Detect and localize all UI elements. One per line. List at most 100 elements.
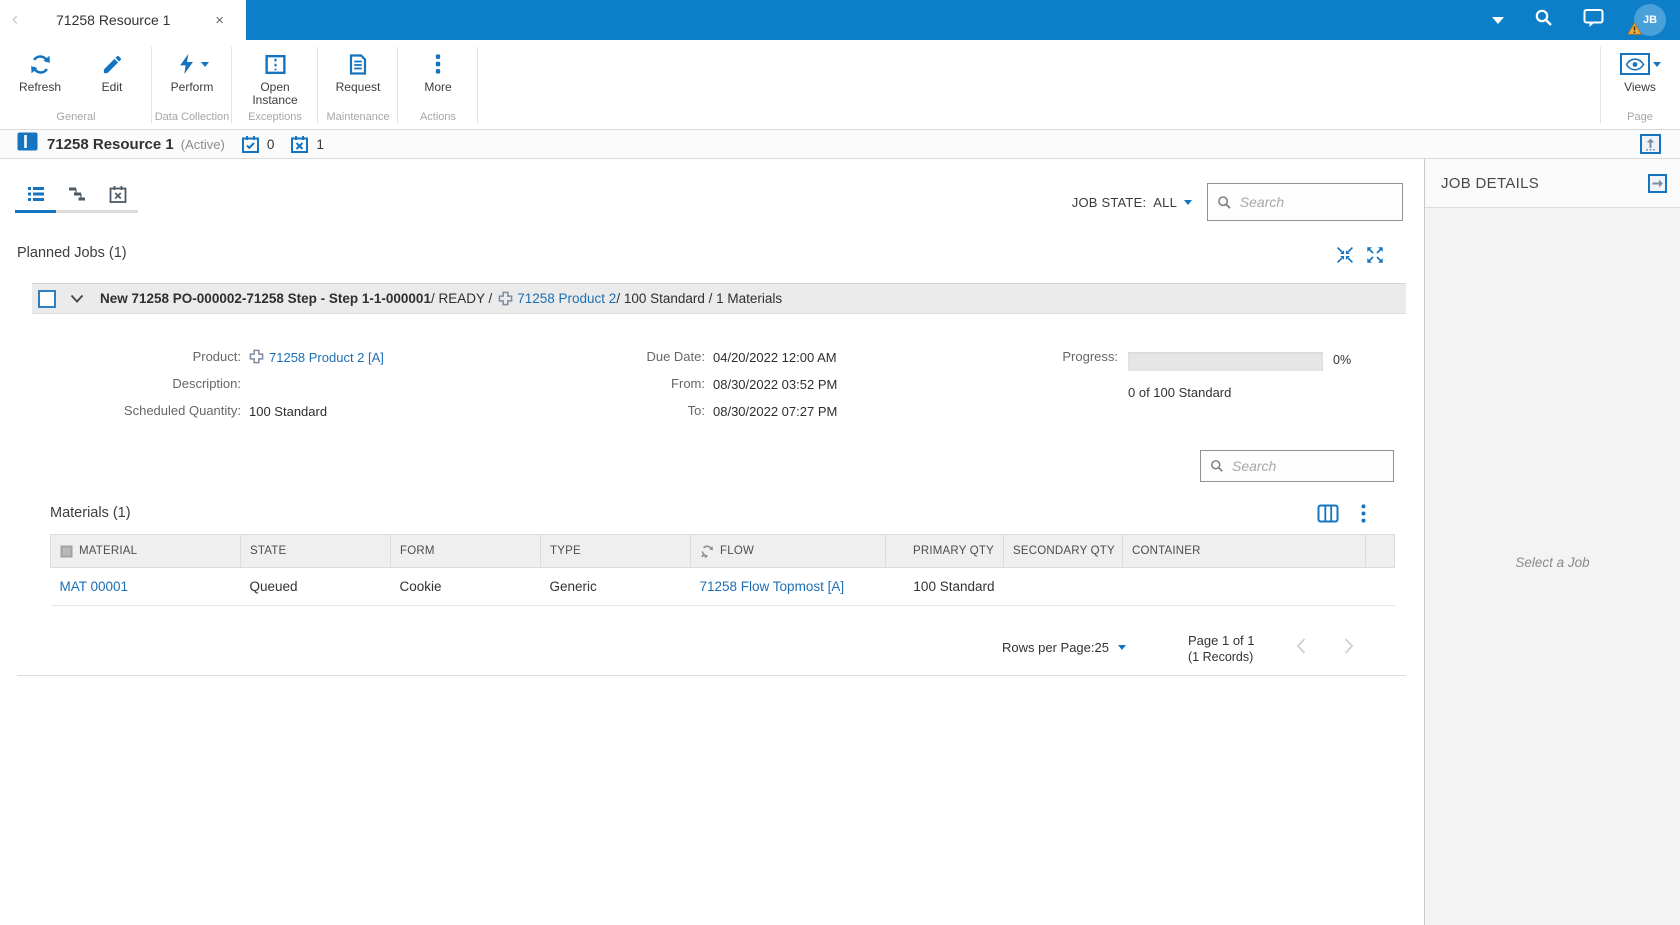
materials-title: Materials (1) <box>50 505 131 521</box>
perform-button[interactable]: Perform <box>164 50 220 94</box>
material-flow-link[interactable]: 71258 Flow Topmost [A] <box>700 579 845 594</box>
views-label: Views <box>1624 80 1656 94</box>
view-tabs <box>15 179 138 209</box>
col-form[interactable]: FORM <box>390 534 541 568</box>
scheduled-count: 0 <box>266 136 275 152</box>
job-details-panel: JOB DETAILS Select a Job <box>1424 159 1680 925</box>
material-type-icon <box>60 545 73 557</box>
material-secondary-qty <box>1003 567 1123 606</box>
progress-label: Progress: <box>1062 349 1118 364</box>
col-type[interactable]: TYPE <box>540 534 691 568</box>
back-chevron-icon[interactable]: ‹ <box>0 9 30 31</box>
col-material[interactable]: MATERIAL <box>50 534 241 568</box>
col-empty <box>1365 534 1395 568</box>
expand-all-icon[interactable] <box>1366 246 1384 264</box>
edit-button[interactable]: Edit <box>84 50 140 94</box>
page-tab-title: 71258 Resource 1 <box>56 12 171 28</box>
table-menu-kebab-icon[interactable] <box>1361 504 1366 523</box>
column-chooser-icon[interactable] <box>1317 504 1339 523</box>
ribbon-group-maintenance: Request Maintenance <box>318 40 398 129</box>
search-icon <box>1218 195 1231 209</box>
job-state-label: JOB STATE: <box>1071 194 1147 210</box>
panel-empty-message: Select a Job <box>1515 555 1590 570</box>
ribbon-group-actions: More Actions <box>398 40 478 129</box>
tab-schedule-view[interactable] <box>97 179 138 209</box>
from-value: 08/30/2022 03:52 PM <box>713 377 838 392</box>
product-icon <box>498 291 513 306</box>
materials-search-input[interactable] <box>1231 458 1384 474</box>
calendar-x-view-icon <box>109 185 126 203</box>
refresh-icon <box>28 50 53 78</box>
to-label: To: <box>687 403 705 418</box>
tab-list-view[interactable] <box>15 179 56 209</box>
job-expand-chevron-icon[interactable] <box>70 294 84 304</box>
product-label: Product: <box>192 349 241 364</box>
global-search-icon[interactable] <box>1534 8 1553 32</box>
next-page-icon[interactable] <box>1343 637 1355 660</box>
col-state[interactable]: STATE <box>240 534 391 568</box>
tab-close-icon[interactable]: × <box>215 12 224 29</box>
messages-icon[interactable] <box>1583 8 1604 33</box>
progress-percent: 0% <box>1333 353 1352 367</box>
job-state-caret-icon <box>1184 199 1192 205</box>
request-label: Request <box>335 80 381 94</box>
calendar-x-icon[interactable] <box>290 135 309 154</box>
jobs-search[interactable] <box>1207 183 1403 221</box>
records-info: (1 Records) <box>1188 650 1254 664</box>
due-date-value: 04/20/2022 12:00 AM <box>713 350 837 365</box>
job-state-filter[interactable]: JOB STATE: ALL <box>1072 195 1192 210</box>
request-button[interactable]: Request <box>330 50 386 94</box>
job-checkbox[interactable] <box>38 289 56 308</box>
page-tab[interactable]: ‹ 71258 Resource 1 × <box>0 0 246 40</box>
topbar-dropdown-icon[interactable] <box>1492 16 1504 24</box>
job-row-header[interactable]: New 71258 PO-000002-71258 Step - Step 1-… <box>32 283 1406 314</box>
search-icon <box>1211 460 1223 472</box>
product-value-link[interactable]: 71258 Product 2 [A] <box>269 350 384 365</box>
col-primary-qty[interactable]: PRIMARY QTY <box>885 534 1004 568</box>
more-button[interactable]: More <box>410 50 466 94</box>
collapse-all-icon[interactable] <box>1336 246 1354 264</box>
job-state-value: ALL <box>1153 194 1177 210</box>
material-link[interactable]: MAT 00001 <box>60 579 129 594</box>
ribbon-group-label-actions: Actions <box>419 111 457 123</box>
from-label: From: <box>671 376 705 391</box>
collapse-ribbon-icon[interactable] <box>1639 133 1662 160</box>
materials-search[interactable] <box>1200 450 1394 482</box>
ribbon-group-general: Refresh Edit General <box>0 40 152 129</box>
tab-underline <box>15 210 138 213</box>
main-content: JOB STATE: ALL Planned Jobs (1) New 7125… <box>0 159 1424 925</box>
col-container[interactable]: CONTAINER <box>1122 534 1366 568</box>
ribbon-group-data-collection: Perform Data Collection <box>152 40 232 129</box>
rows-per-page-select[interactable]: Rows per Page:25 <box>1002 640 1126 655</box>
jobs-search-input[interactable] <box>1239 194 1393 210</box>
col-secondary-qty[interactable]: SECONDARY QTY <box>1003 534 1123 568</box>
job-product-link[interactable]: 71258 Product 2 <box>517 291 616 306</box>
open-instance-button[interactable]: Open Instance <box>244 50 306 107</box>
gantt-view-icon <box>68 187 85 201</box>
ribbon-group-label-exceptions: Exceptions <box>248 111 302 123</box>
scheduled-quantity-label: Scheduled Quantity: <box>123 403 241 418</box>
entity-title: 71258 Resource 1 <box>47 135 174 153</box>
progress-subtext: 0 of 100 Standard <box>1128 385 1232 400</box>
content-divider <box>17 675 1406 676</box>
material-row[interactable]: MAT 00001 Queued Cookie Generic 71258 Fl… <box>50 567 1395 606</box>
views-button[interactable]: Views <box>1612 50 1668 94</box>
panel-expand-icon[interactable] <box>1647 173 1668 194</box>
refresh-button[interactable]: Refresh <box>12 50 68 94</box>
rows-per-page-caret-icon <box>1117 645 1126 650</box>
prev-page-icon[interactable] <box>1295 637 1307 660</box>
avatar[interactable]: JB <box>1626 4 1666 36</box>
views-eye-icon <box>1619 53 1650 75</box>
material-container <box>1122 567 1366 606</box>
ribbon-group-label-page: Page <box>1627 111 1653 123</box>
calendar-check-icon[interactable] <box>241 135 260 154</box>
col-flow[interactable]: FLOW <box>690 534 886 568</box>
entity-state: (Active) <box>180 136 225 152</box>
perform-lightning-icon <box>179 53 193 75</box>
refresh-label: Refresh <box>18 80 62 94</box>
material-form: Cookie <box>390 567 541 606</box>
tab-gantt-view[interactable] <box>56 179 97 209</box>
ribbon-group-label-maintenance: Maintenance <box>326 111 390 123</box>
entity-header-bar: 71258 Resource 1 (Active) 0 1 <box>0 129 1680 159</box>
ribbon-group-label-data-collection: Data Collection <box>154 111 230 123</box>
